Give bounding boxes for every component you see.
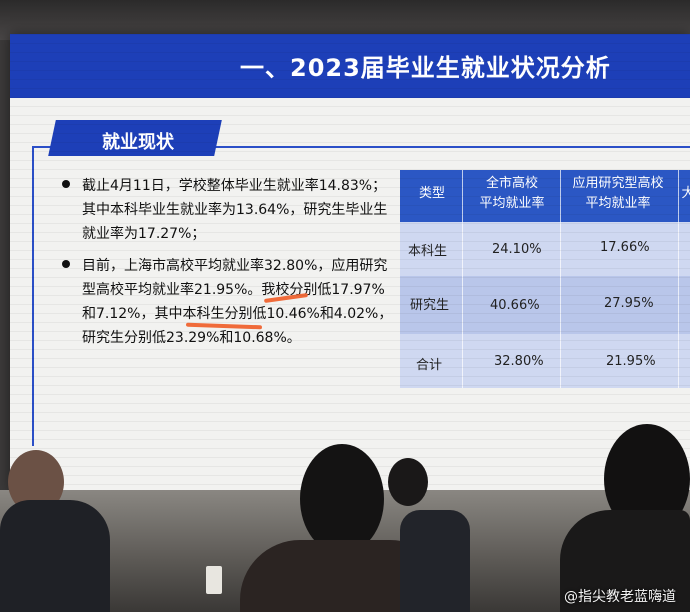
bullet-line: 就业率为17.27%； [82, 226, 206, 242]
table-cell: 40.66% [490, 298, 540, 313]
bullet-list: 截止4月11日，学校整体毕业生就业率14.83%； 其中本科毕业生就业率为13.… [62, 174, 402, 358]
table-row: 本科生 24.10% 17.66% [400, 222, 690, 276]
bullet-line: 研究生分别低23.29%和10.68%。 [82, 330, 301, 346]
watermark: @指尖教老蓝嗨道 [564, 589, 676, 605]
table-row: 合计 32.80% 21.95% [400, 334, 690, 388]
bullet-item: 目前，上海市高校平均就业率32.80%，应用研究 型高校平均就业率21.95%。… [62, 254, 402, 350]
table-cell: 本科生 [408, 244, 448, 259]
table-cell: 17.66% [600, 240, 650, 255]
bullet-line: 截止4月11日，学校整体毕业生就业率14.83%； [82, 178, 387, 194]
table-header-cell: 全市高校 平均就业率 [464, 174, 560, 214]
bullet-line: 其中本科毕业生就业率为13.64%，研究生毕业生 [82, 202, 388, 218]
table-divider [462, 170, 463, 388]
slide-title: 一、2023届毕业生就业状况分析 [240, 54, 611, 82]
bullet-dot [62, 260, 70, 268]
table-header-cell: 类型 [418, 186, 445, 201]
table-header: 类型 全市高校 平均就业率 应用研究型高校 平均就业率 大 [400, 170, 690, 222]
table-header-cell: 大 [681, 186, 690, 201]
table-header-cell-text: 应用研究型高校 平均就业率 [572, 176, 664, 211]
audience-person [400, 510, 470, 612]
table-cell: 32.80% [494, 354, 544, 369]
employment-table: 类型 全市高校 平均就业率 应用研究型高校 平均就业率 大 本科生 24.10%… [400, 170, 690, 388]
table-cell: 24.10% [492, 242, 542, 257]
bullet-line: 和7.12%，其中本科生分别低10.46%和4.02%， [82, 306, 393, 322]
table-header-cell: 应用研究型高校 平均就业率 [562, 174, 674, 214]
table-cell: 研究生 [410, 298, 450, 313]
table-row: 研究生 40.66% 27.95% [400, 278, 690, 332]
table-cell: 27.95% [604, 296, 654, 311]
section-tag: 就业现状 [102, 132, 174, 153]
bullet-line: 目前，上海市高校平均就业率32.80%，应用研究 [82, 258, 388, 274]
audience-head [300, 444, 384, 554]
bullet-item: 截止4月11日，学校整体毕业生就业率14.83%； 其中本科毕业生就业率为13.… [62, 174, 402, 246]
frame-left-line [32, 146, 34, 446]
audience-head [388, 458, 428, 506]
table-header-cell-text: 全市高校 平均就业率 [479, 176, 545, 211]
audience-person [0, 500, 110, 612]
paper-cup [206, 566, 222, 594]
projected-slide: 一、2023届毕业生就业状况分析 就业现状 截止4月11日，学校整体毕业生就业率… [10, 34, 690, 492]
table-divider [678, 170, 679, 388]
bullet-dot [62, 180, 70, 188]
bullet-line: 型高校平均就业率21.95%。我校分别低17.97% [82, 282, 385, 298]
table-cell: 合计 [416, 358, 443, 373]
table-divider [560, 170, 561, 388]
table-cell: 21.95% [606, 354, 656, 369]
